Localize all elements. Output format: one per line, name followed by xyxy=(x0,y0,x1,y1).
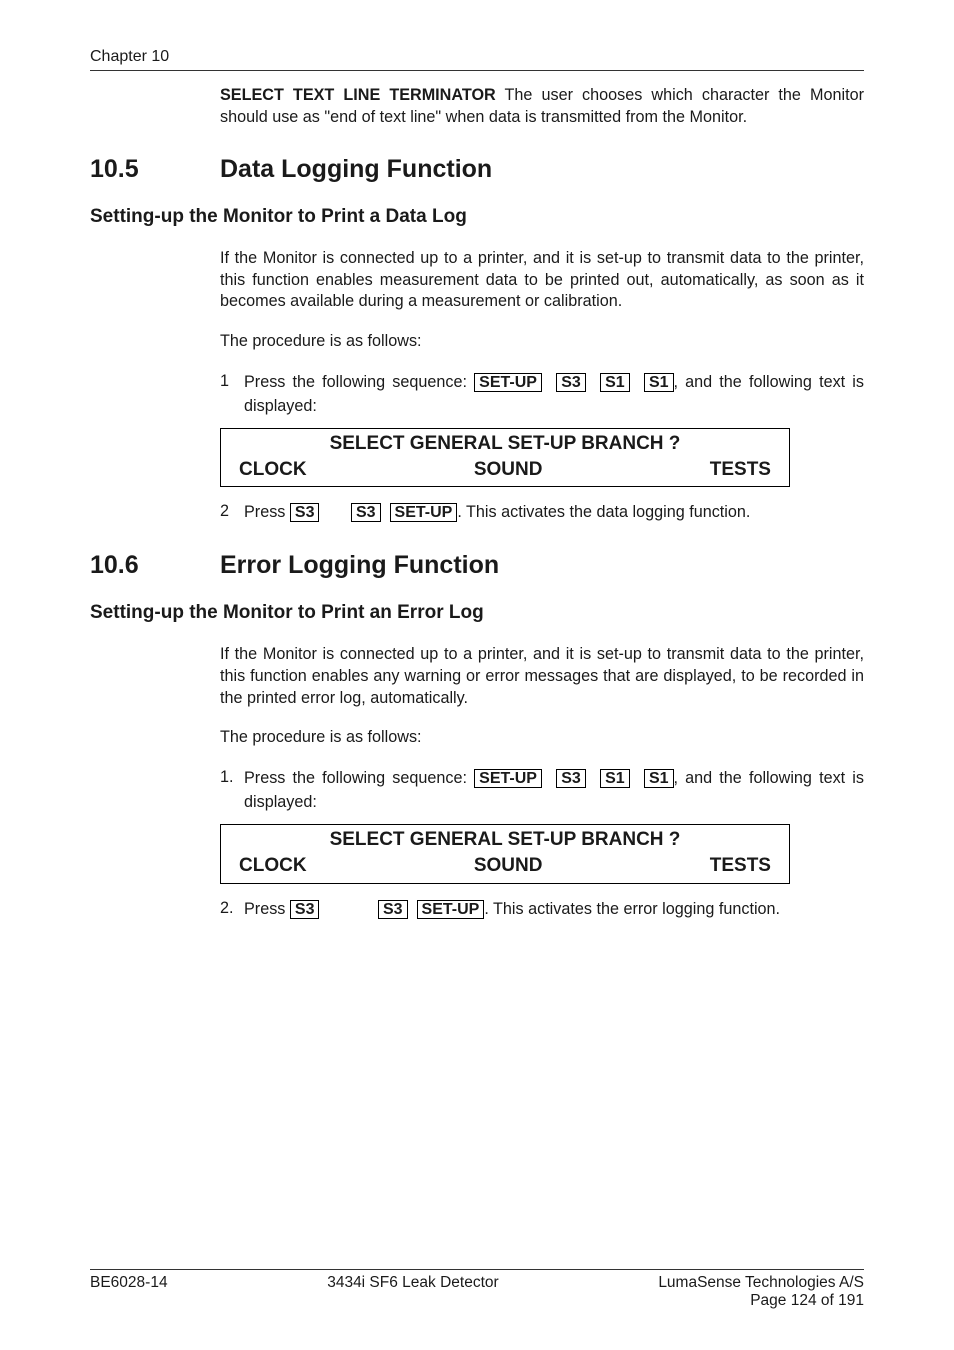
key-s3: S3 xyxy=(290,503,320,522)
display-right: TESTS xyxy=(710,853,771,879)
sec105-p1: If the Monitor is connected up to a prin… xyxy=(220,248,864,314)
section-10-5-number: 10.5 xyxy=(90,155,220,184)
key-setup: SET-UP xyxy=(474,373,542,392)
section-10-6-sub1: Setting-up the Monitor to Print an Error… xyxy=(90,602,864,624)
sec105-p2: The procedure is as follows: xyxy=(220,331,864,353)
key-s3: S3 xyxy=(556,769,586,788)
key-s1: S1 xyxy=(600,769,630,788)
key-s1: S1 xyxy=(600,373,630,392)
sec106-step1-a: Press the following sequence: xyxy=(244,769,474,787)
section-10-6-title: Error Logging Function xyxy=(220,551,499,580)
key-s1: S1 xyxy=(644,373,674,392)
intro-lead-bold: SELECT TEXT LINE TERMINATOR xyxy=(220,86,496,104)
sec105-step2-a: Press xyxy=(244,503,290,521)
header-rule xyxy=(90,70,864,71)
key-setup: SET-UP xyxy=(390,503,458,522)
display-title: SELECT GENERAL SET-UP BRANCH ? xyxy=(239,431,771,457)
section-10-5-sub1: Setting-up the Monitor to Print a Data L… xyxy=(90,206,864,228)
footer-right-company: LumaSense Technologies A/S xyxy=(658,1274,864,1291)
footer-right-page: Page 124 of 191 xyxy=(750,1292,864,1309)
list-number: 1 xyxy=(220,371,244,418)
key-s3: S3 xyxy=(378,900,408,919)
display-mid: SOUND xyxy=(474,853,543,879)
display-title: SELECT GENERAL SET-UP BRANCH ? xyxy=(239,827,771,853)
footer-rule xyxy=(90,1269,864,1270)
intro-paragraph: SELECT TEXT LINE TERMINATOR The user cho… xyxy=(220,85,864,129)
display-right: TESTS xyxy=(710,457,771,483)
sec105-step1: 1 Press the following sequence: SET-UP S… xyxy=(220,371,864,418)
footer-left: BE6028-14 xyxy=(90,1274,168,1310)
sec105-step2-b: . This activates the data logging functi… xyxy=(457,503,750,521)
section-10-5-title: Data Logging Function xyxy=(220,155,492,184)
key-setup: SET-UP xyxy=(417,900,485,919)
sec106-step2-b: . This activates the error logging funct… xyxy=(484,900,780,918)
section-10-6-number: 10.6 xyxy=(90,551,220,580)
display-mid: SOUND xyxy=(474,457,543,483)
key-s3: S3 xyxy=(351,503,381,522)
chapter-header: Chapter 10 xyxy=(90,48,864,66)
list-number: 2 xyxy=(220,501,244,524)
key-s3: S3 xyxy=(290,900,320,919)
sec106-p1: If the Monitor is connected up to a prin… xyxy=(220,644,864,710)
display-left: CLOCK xyxy=(239,853,307,879)
section-10-5-heading: 10.5 Data Logging Function xyxy=(90,155,864,184)
sec105-display-box: SELECT GENERAL SET-UP BRANCH ? CLOCK SOU… xyxy=(220,428,790,487)
sec106-step2-a: Press xyxy=(244,900,290,918)
key-s3: S3 xyxy=(556,373,586,392)
sec105-step1-a: Press the following sequence: xyxy=(244,373,474,391)
page-footer: BE6028-14 3434i SF6 Leak Detector LumaSe… xyxy=(90,1269,864,1310)
sec106-step1: 1. Press the following sequence: SET-UP … xyxy=(220,767,864,814)
list-number: 1. xyxy=(220,767,244,814)
key-setup: SET-UP xyxy=(474,769,542,788)
sec106-display-box: SELECT GENERAL SET-UP BRANCH ? CLOCK SOU… xyxy=(220,824,790,883)
list-number: 2. xyxy=(220,898,244,921)
sec105-step2: 2 Press S3 S3 SET-UP. This activates the… xyxy=(220,501,864,524)
sec106-p2: The procedure is as follows: xyxy=(220,727,864,749)
key-s1: S1 xyxy=(644,769,674,788)
footer-center: 3434i SF6 Leak Detector xyxy=(327,1274,498,1310)
display-left: CLOCK xyxy=(239,457,307,483)
sec106-step2: 2. Press S3 S3 SET-UP. This activates th… xyxy=(220,898,864,921)
section-10-6-heading: 10.6 Error Logging Function xyxy=(90,551,864,580)
